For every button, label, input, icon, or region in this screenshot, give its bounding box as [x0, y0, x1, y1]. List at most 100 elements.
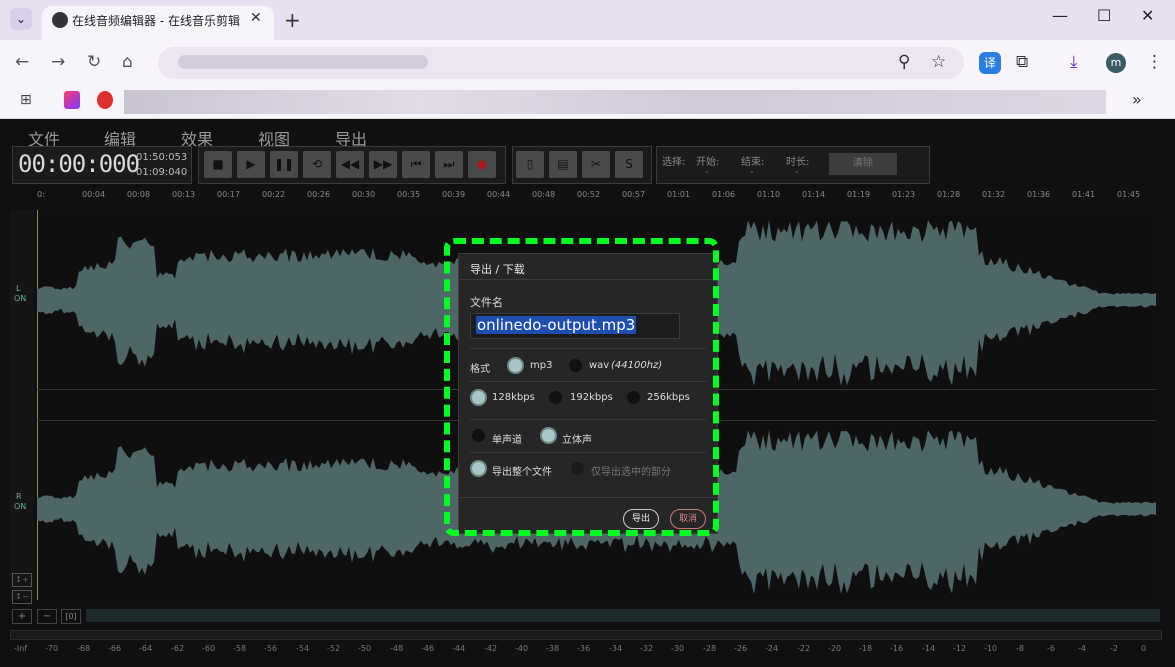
ruler-tick-label: 01:19 [847, 190, 871, 199]
db-scale-label: -32 [640, 644, 654, 653]
silence-button[interactable]: S [615, 151, 643, 178]
db-scale-label: -54 [296, 644, 310, 653]
right-channel-state[interactable]: ON [14, 502, 26, 511]
db-scale-label: -6 [1047, 644, 1055, 653]
fast-forward-button[interactable]: ▶▶ [369, 151, 397, 178]
selection-duration-value: - [795, 167, 799, 178]
download-icon[interactable]: ⤓ [1070, 52, 1078, 72]
selection-end-label: 结束: [741, 157, 765, 168]
back-icon[interactable]: ← [15, 52, 29, 72]
db-scale-label: -2 [1110, 644, 1118, 653]
paste-button[interactable]: ▤ [549, 151, 577, 178]
maximize-button[interactable]: ☐ [1097, 6, 1111, 25]
tab-close-icon[interactable]: ✕ [250, 10, 262, 26]
bookmarks-blurred [124, 90, 1106, 114]
clear-selection-button[interactable]: 清除 [829, 153, 897, 175]
db-scale-label: -56 [264, 644, 278, 653]
ruler-tick-label: 01:36 [1027, 190, 1051, 199]
db-scale-label: 0 [1141, 644, 1147, 653]
more-menu-icon[interactable]: ⋮ [1146, 52, 1163, 72]
zoom-icon[interactable]: ⚲ [898, 52, 910, 72]
ruler-tick-label: 01:06 [712, 190, 736, 199]
selection-start-value: - [705, 167, 709, 178]
home-icon[interactable]: ⌂ [122, 52, 133, 72]
forward-icon[interactable]: → [51, 52, 65, 72]
loop-button[interactable]: ⟲ [303, 151, 331, 178]
tab-search-button[interactable]: ⌄ [10, 8, 32, 30]
db-scale-label: -36 [577, 644, 591, 653]
zoom-out-button[interactable]: − [37, 609, 57, 624]
close-window-button[interactable]: ✕ [1141, 6, 1154, 25]
ruler-tick-label: 00:48 [532, 190, 556, 199]
db-scale-label: -64 [139, 644, 153, 653]
ruler-tick-label: 01:45 [1117, 190, 1141, 199]
db-scale-label: -4 [1078, 644, 1086, 653]
zoom-in-button[interactable]: + [12, 609, 32, 624]
ruler-tick-label: 01:41 [1072, 190, 1096, 199]
db-scale-label: -46 [421, 644, 435, 653]
selection-duration-label: 时长: [786, 157, 810, 168]
bookmark-k-icon[interactable] [64, 91, 80, 109]
ruler-tick-label: 00:17 [217, 190, 241, 199]
db-scale-label: -60 [202, 644, 216, 653]
horizontal-scrollbar[interactable] [86, 609, 1160, 622]
skip-end-button[interactable]: ⏭ [435, 151, 463, 178]
db-scale-label: -24 [765, 644, 779, 653]
bookmark-red-icon[interactable] [97, 91, 113, 109]
ruler-tick-label: 01:32 [982, 190, 1006, 199]
db-scale-label: -18 [859, 644, 873, 653]
more-bookmarks-icon[interactable]: » [1132, 90, 1142, 109]
zoom-reset-button[interactable]: [0] [61, 609, 81, 624]
record-button[interactable]: ● [468, 151, 496, 178]
db-scale-label: -48 [390, 644, 404, 653]
extensions-icon[interactable]: ⧉ [1016, 52, 1028, 72]
apps-grid-icon[interactable]: ⊞ [20, 92, 32, 108]
ruler-tick-label: 01:01 [667, 190, 691, 199]
db-scale-label: -22 [797, 644, 811, 653]
new-tab-button[interactable]: + [284, 8, 301, 32]
total-duration: 01:50:053 [136, 152, 188, 163]
db-scale-label: -44 [452, 644, 466, 653]
ruler-tick-label: 00:52 [577, 190, 601, 199]
remove-track-button[interactable]: ↕− [12, 590, 32, 604]
db-scale-label: -28 [703, 644, 717, 653]
db-scale-label: -62 [171, 644, 185, 653]
ruler-tick-label: 00:13 [172, 190, 196, 199]
bookmark-star-icon[interactable]: ☆ [931, 52, 946, 72]
db-scale-label: -10 [984, 644, 998, 653]
db-scale-label: -52 [327, 644, 341, 653]
ruler-tick-label: 00:44 [487, 190, 511, 199]
db-scale-label: -Inf [14, 644, 28, 653]
db-scale-label: -16 [890, 644, 904, 653]
copy-button[interactable]: ▯ [516, 151, 544, 178]
right-channel-label: R [16, 492, 22, 501]
db-scale-label: -68 [77, 644, 91, 653]
add-track-button[interactable]: ↕+ [12, 573, 32, 587]
ruler-tick-label: 00:39 [442, 190, 466, 199]
db-scale-label: -40 [515, 644, 529, 653]
selection-end-value: - [750, 167, 754, 178]
left-channel-label: L [16, 284, 21, 293]
reload-icon[interactable]: ↻ [87, 52, 101, 72]
db-scale-label: -38 [546, 644, 560, 653]
ruler-tick-label: 00:04 [82, 190, 106, 199]
ruler-tick-label: 0: [37, 190, 45, 199]
globe-icon [52, 12, 68, 28]
stop-button[interactable]: ■ [204, 151, 232, 178]
ruler-tick-label: 00:08 [127, 190, 151, 199]
channel-strip [10, 210, 34, 600]
translate-extension-icon[interactable]: 译 [979, 52, 1001, 74]
volume-meter [10, 630, 1162, 640]
minimize-button[interactable]: — [1052, 6, 1068, 25]
rewind-button[interactable]: ◀◀ [336, 151, 364, 178]
left-channel-state[interactable]: ON [14, 294, 26, 303]
selection-duration: 01:09:040 [136, 167, 188, 178]
db-scale-label: -50 [358, 644, 372, 653]
selection-label: 选择: [662, 157, 686, 168]
profile-avatar[interactable]: m [1106, 53, 1126, 73]
skip-start-button[interactable]: ⏮ [402, 151, 430, 178]
pause-button[interactable]: ❚❚ [270, 151, 298, 178]
play-button[interactable]: ▶ [237, 151, 265, 178]
db-scale-label: -70 [45, 644, 59, 653]
cut-icon[interactable]: ✂ [582, 151, 610, 178]
